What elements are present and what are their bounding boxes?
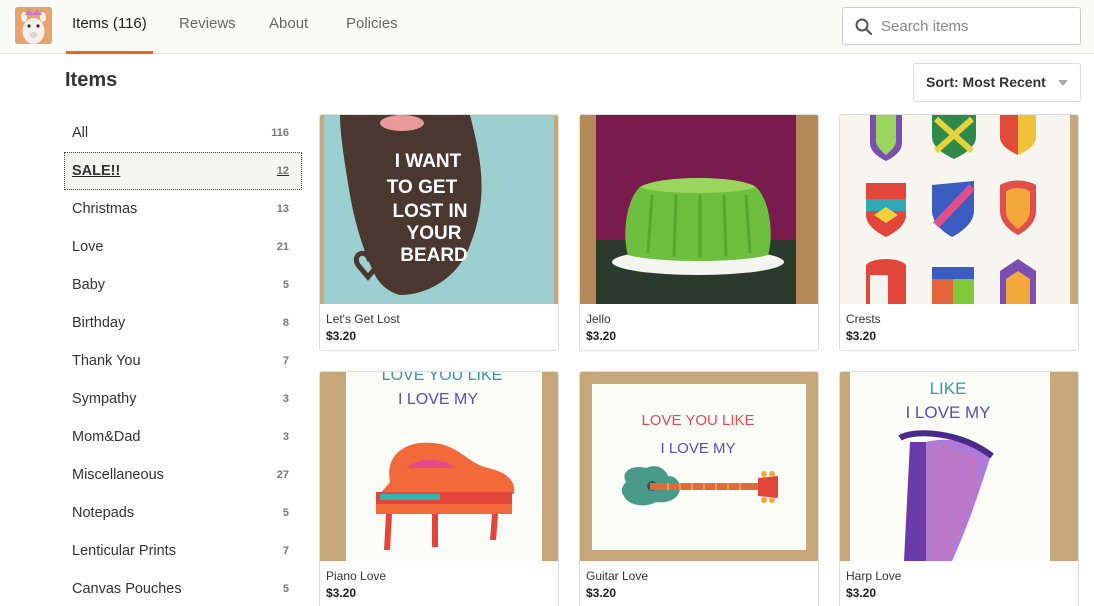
- category-name: SALE!!: [72, 163, 121, 179]
- harp-card-art: LIKE I LOVE MY: [840, 372, 1078, 561]
- category-count: 3: [282, 393, 289, 405]
- category-count: 13: [276, 203, 289, 215]
- item-card[interactable]: Crests $3.20: [839, 114, 1079, 351]
- item-title[interactable]: Piano Love: [320, 561, 558, 583]
- category-item-birthday[interactable]: Birthday 8: [64, 304, 302, 342]
- category-item-love[interactable]: Love 21: [64, 228, 302, 266]
- category-name: Notepads: [72, 505, 135, 521]
- item-image[interactable]: LIKE I LOVE MY: [840, 372, 1078, 561]
- item-price: $3.20: [326, 329, 357, 343]
- card-art-text: I WANT: [395, 151, 462, 172]
- item-image[interactable]: [840, 115, 1078, 304]
- category-count: 5: [282, 279, 289, 291]
- category-name: Christmas: [72, 201, 138, 217]
- item-image[interactable]: LOVE YOU LIKE I LOVE MY: [580, 372, 818, 561]
- item-card[interactable]: LOVE YOU LIKE I LOVE MY Piano Love $3.20: [319, 371, 559, 606]
- item-card[interactable]: LIKE I LOVE MY Harp Love $3.20: [839, 371, 1079, 606]
- category-count: 12: [276, 165, 289, 177]
- guitar-card-art: LOVE YOU LIKE I LOVE MY: [580, 372, 818, 561]
- page-title: Items: [65, 69, 118, 91]
- shop-nav-bar: Items (116) Reviews About Policies: [0, 0, 1094, 54]
- category-name: Canvas Pouches: [72, 581, 182, 597]
- item-card[interactable]: Jello $3.20: [579, 114, 819, 351]
- item-title[interactable]: Jello: [580, 304, 818, 326]
- item-title[interactable]: Harp Love: [840, 561, 1078, 583]
- tab-about[interactable]: About: [269, 0, 308, 54]
- category-count: 5: [282, 583, 289, 595]
- search-icon: [855, 18, 873, 36]
- category-name: Birthday: [72, 315, 126, 331]
- item-price: $3.20: [586, 329, 617, 343]
- sort-dropdown[interactable]: Sort: Most Recent: [913, 63, 1081, 102]
- category-item-miscellaneous[interactable]: Miscellaneous 27: [64, 456, 302, 494]
- card-art-text: I LOVE MY: [905, 403, 990, 422]
- category-name: Mom&Dad: [72, 429, 141, 445]
- beard-card-art: I WANT TO GET LOST IN YOUR BEARD: [320, 115, 558, 304]
- category-item-baby[interactable]: Baby 5: [64, 266, 302, 304]
- piano-card-art: LOVE YOU LIKE I LOVE MY: [320, 372, 558, 561]
- category-item-notepads[interactable]: Notepads 5: [64, 494, 302, 532]
- category-count: 7: [282, 545, 289, 557]
- item-image[interactable]: LOVE YOU LIKE I LOVE MY: [320, 372, 558, 561]
- shop-avatar[interactable]: [15, 7, 52, 44]
- item-price: $3.20: [326, 586, 357, 600]
- card-art-text: LOVE YOU LIKE: [641, 412, 754, 429]
- item-title[interactable]: Crests: [840, 304, 1078, 326]
- jello-card-art: [580, 115, 818, 304]
- sort-label: Sort: Most Recent: [926, 74, 1046, 90]
- category-sidebar: All 116 SALE!! 12 Christmas 13 Love 21 Baby 5…: [64, 114, 302, 606]
- llama-avatar-icon: [15, 7, 52, 44]
- category-count: 7: [282, 355, 289, 367]
- item-price: $3.20: [846, 329, 877, 343]
- category-item-sympathy[interactable]: Sympathy 3: [64, 380, 302, 418]
- tab-policies[interactable]: Policies: [346, 0, 398, 54]
- category-count: 116: [271, 127, 289, 139]
- chevron-down-icon: [1058, 80, 1068, 86]
- category-item-christmas[interactable]: Christmas 13: [64, 190, 302, 228]
- category-item-all[interactable]: All 116: [64, 114, 302, 152]
- card-art-text: TO GET: [387, 177, 458, 198]
- card-art-text: LOVE YOU LIKE: [382, 372, 503, 384]
- card-art-text: LIKE: [930, 379, 967, 398]
- category-count: 27: [276, 469, 289, 481]
- category-count: 3: [282, 431, 289, 443]
- item-card[interactable]: LOVE YOU LIKE I LOVE MY Guitar Love $3.2…: [579, 371, 819, 606]
- category-item-canvas-pouches[interactable]: Canvas Pouches 5: [64, 570, 302, 606]
- category-item-thank-you[interactable]: Thank You 7: [64, 342, 302, 380]
- card-art-text: LOST IN: [393, 201, 468, 222]
- category-count: 8: [282, 317, 289, 329]
- tab-reviews[interactable]: Reviews: [179, 0, 236, 54]
- search-box: [842, 7, 1081, 45]
- category-name: Lenticular Prints: [72, 543, 176, 559]
- item-card[interactable]: I WANT TO GET LOST IN YOUR BEARD Let's G…: [319, 114, 559, 351]
- item-title[interactable]: Let's Get Lost: [320, 304, 558, 326]
- category-name: Miscellaneous: [72, 467, 164, 483]
- category-item-sale[interactable]: SALE!! 12: [64, 152, 302, 190]
- category-item-mom-dad[interactable]: Mom&Dad 3: [64, 418, 302, 456]
- category-name: Sympathy: [72, 391, 137, 407]
- category-name: Love: [72, 239, 104, 255]
- item-image[interactable]: [580, 115, 818, 304]
- category-name: Thank You: [72, 353, 141, 369]
- category-name: Baby: [72, 277, 106, 293]
- crests-card-art: [840, 115, 1078, 304]
- tab-items[interactable]: Items (116): [66, 0, 153, 54]
- item-image[interactable]: I WANT TO GET LOST IN YOUR BEARD: [320, 115, 558, 304]
- category-name: All: [72, 125, 89, 141]
- card-art-text: I LOVE MY: [660, 440, 735, 457]
- card-art-text: I LOVE MY: [398, 391, 478, 408]
- card-art-text: YOUR: [407, 223, 462, 244]
- item-title[interactable]: Guitar Love: [580, 561, 818, 583]
- card-art-text: BEARD: [400, 245, 468, 266]
- item-price: $3.20: [586, 586, 617, 600]
- search-input[interactable]: [881, 8, 1076, 44]
- category-count: 5: [282, 507, 289, 519]
- category-count: 21: [276, 241, 289, 253]
- item-price: $3.20: [846, 586, 877, 600]
- category-item-lenticular-prints[interactable]: Lenticular Prints 7: [64, 532, 302, 570]
